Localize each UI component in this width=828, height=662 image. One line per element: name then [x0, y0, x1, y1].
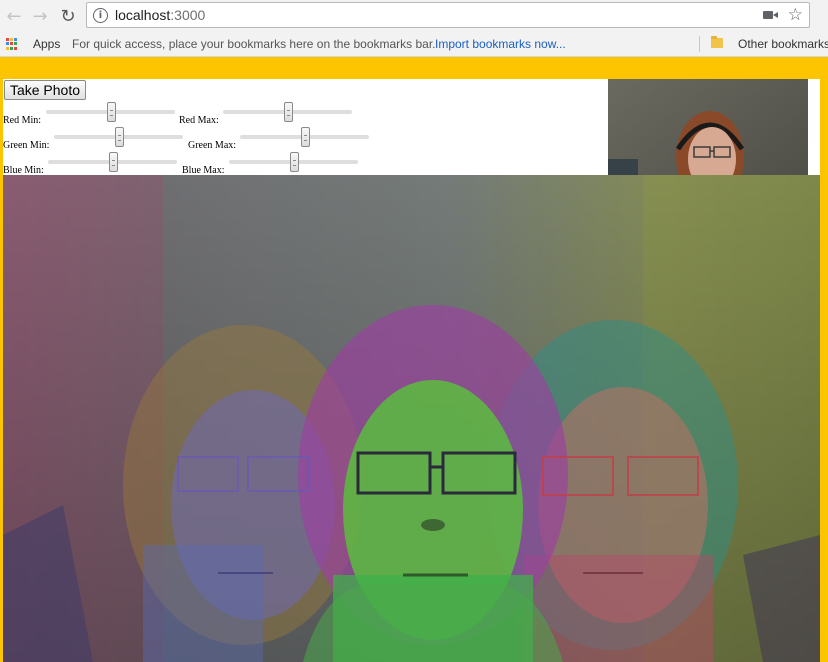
folder-icon [711, 36, 723, 48]
green-min-slider[interactable] [54, 127, 183, 147]
address-bar[interactable]: i localhost:3000 ☆ [86, 2, 810, 28]
forward-button[interactable]: → [28, 4, 52, 28]
green-max-slider-thumb[interactable] [300, 127, 310, 147]
blue-min-slider[interactable] [48, 152, 177, 172]
star-icon[interactable]: ☆ [788, 5, 803, 25]
green-max-slider[interactable] [240, 127, 369, 147]
page-whitespace [808, 79, 820, 175]
red-max-label: Red Max: [179, 115, 219, 126]
bookmarks-divider [699, 36, 700, 52]
page-body: Take Photo Red Min: Red Max: Green Min: … [0, 57, 828, 662]
red-min-slider[interactable] [46, 102, 175, 122]
red-max-slider-thumb[interactable] [283, 102, 293, 122]
take-photo-button[interactable]: Take Photo [4, 80, 86, 100]
apps-shortcut[interactable]: Apps [33, 37, 60, 51]
apps-grid-icon[interactable] [6, 38, 18, 50]
blue-min-slider-thumb[interactable] [108, 152, 118, 172]
green-min-label: Green Min: [3, 140, 50, 151]
other-bookmarks[interactable]: Other bookmarks [738, 37, 828, 51]
arrow-right-icon: → [32, 5, 48, 27]
red-min-label: Red Min: [3, 115, 42, 126]
browser-toolbar: ← → ↻ i localhost:3000 ☆ [0, 0, 828, 32]
green-min-slider-thumb[interactable] [114, 127, 124, 147]
import-bookmarks-link[interactable]: Import bookmarks now... [435, 37, 566, 51]
reload-button[interactable]: ↻ [56, 4, 80, 28]
red-max-slider[interactable] [223, 102, 352, 122]
url-text[interactable]: localhost:3000 [115, 7, 205, 23]
back-button[interactable]: ← [2, 4, 26, 28]
reload-icon: ↻ [60, 5, 76, 27]
arrow-left-icon: ← [6, 5, 22, 27]
bookmarks-bar: Apps For quick access, place your bookma… [0, 32, 828, 57]
blue-max-slider[interactable] [229, 152, 358, 172]
rgb-shifted-image [3, 175, 820, 662]
camera-icon[interactable] [763, 11, 778, 19]
url-host: localhost [115, 7, 171, 23]
info-icon[interactable]: i [93, 8, 108, 23]
url-port: :3000 [170, 7, 206, 23]
red-min-slider-thumb[interactable] [106, 102, 116, 122]
controls-panel: Take Photo Red Min: Red Max: Green Min: … [3, 79, 608, 176]
processed-canvas [3, 175, 820, 662]
bookmarks-hint: For quick access, place your bookmarks h… [72, 37, 436, 51]
blue-max-slider-thumb[interactable] [289, 152, 299, 172]
green-max-label: Green Max: [188, 140, 237, 151]
